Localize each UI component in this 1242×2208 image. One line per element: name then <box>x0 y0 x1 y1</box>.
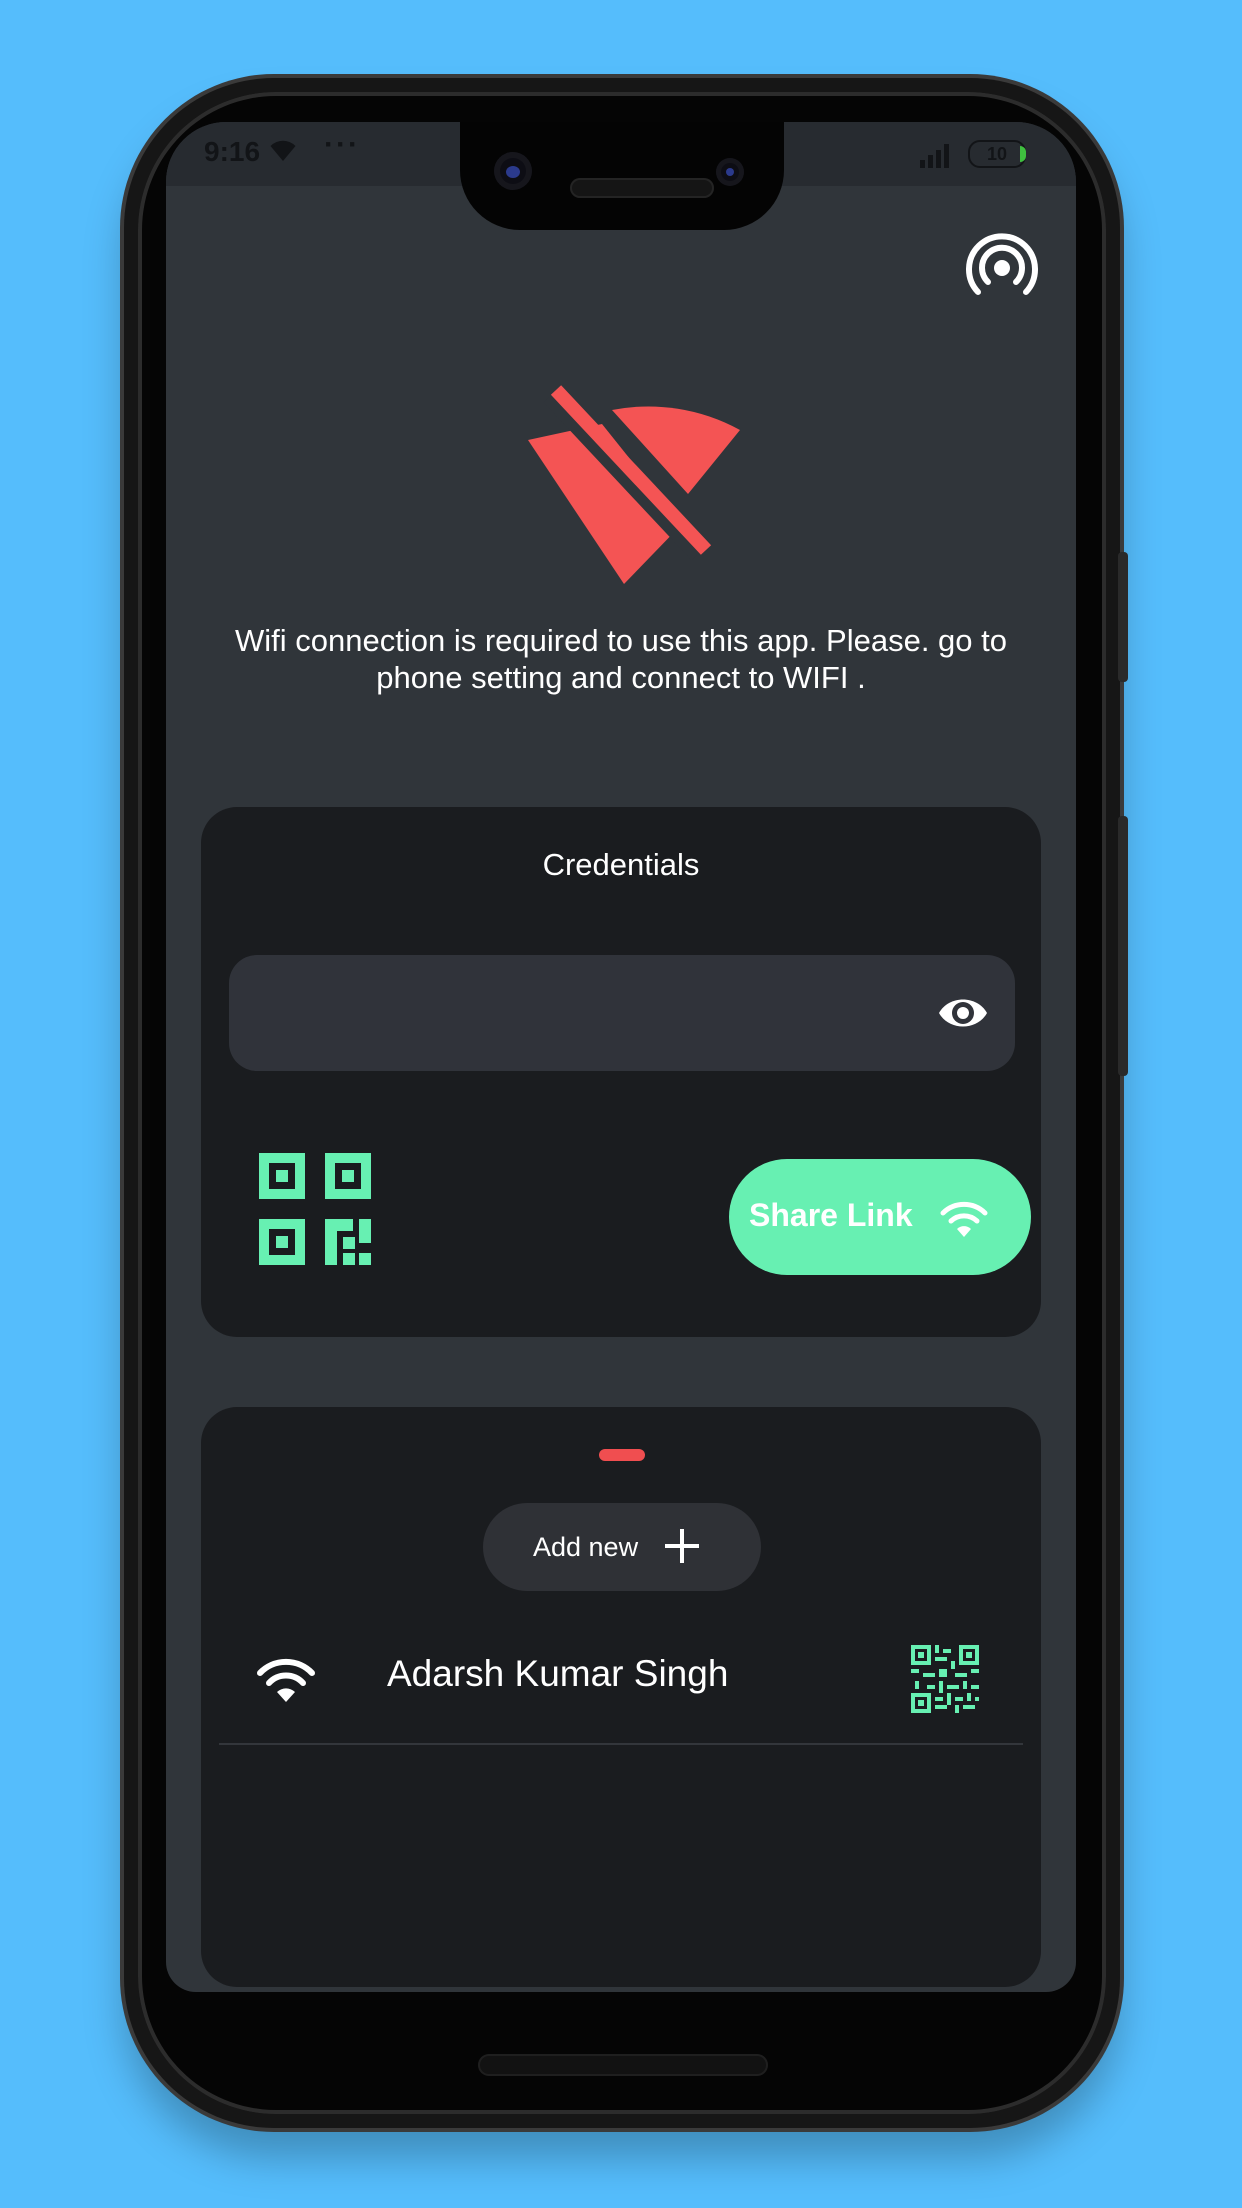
signal-icon <box>920 144 949 168</box>
eye-icon[interactable] <box>937 991 989 1035</box>
hotspot-icon[interactable] <box>966 232 1038 304</box>
earpiece-speaker <box>570 178 714 198</box>
status-wifi-icon <box>270 140 296 161</box>
camera-notch <box>460 122 784 230</box>
app-screen: 9:16 ··· 10 Wifi connection is required … <box>166 122 1076 1992</box>
wifi-off-icon <box>528 385 740 584</box>
add-new-button[interactable]: Add new <box>483 1503 761 1591</box>
drag-handle[interactable] <box>599 1449 645 1461</box>
sensor-icon <box>716 158 744 186</box>
status-time: 9:16 <box>204 136 261 167</box>
password-field[interactable] <box>229 955 1015 1071</box>
wifi-icon <box>940 1201 988 1237</box>
credentials-card: Credentials Share Link <box>201 807 1041 1337</box>
share-link-button[interactable]: Share Link <box>729 1159 1031 1275</box>
volume-button <box>1118 552 1128 682</box>
qr-code-icon[interactable] <box>911 1645 979 1713</box>
wifi-icon <box>257 1658 315 1702</box>
qr-code-icon[interactable] <box>259 1153 371 1265</box>
add-new-label: Add new <box>533 1532 639 1562</box>
front-camera-icon <box>494 152 532 190</box>
saved-networks-card: Add new Adarsh Kumar Singh <box>201 1407 1041 1987</box>
battery-icon: 10 <box>968 140 1026 168</box>
status-overflow-dots: ··· <box>324 128 360 161</box>
home-indicator[interactable] <box>478 2054 768 2076</box>
wifi-required-message: Wifi connection is required to use this … <box>235 623 1007 695</box>
plus-icon <box>665 1529 699 1563</box>
credentials-title: Credentials <box>542 847 700 882</box>
network-row[interactable]: Adarsh Kumar Singh <box>219 1623 1023 1745</box>
network-name: Adarsh Kumar Singh <box>387 1653 729 1694</box>
share-link-label: Share Link <box>749 1197 913 1233</box>
power-button <box>1118 816 1128 1076</box>
